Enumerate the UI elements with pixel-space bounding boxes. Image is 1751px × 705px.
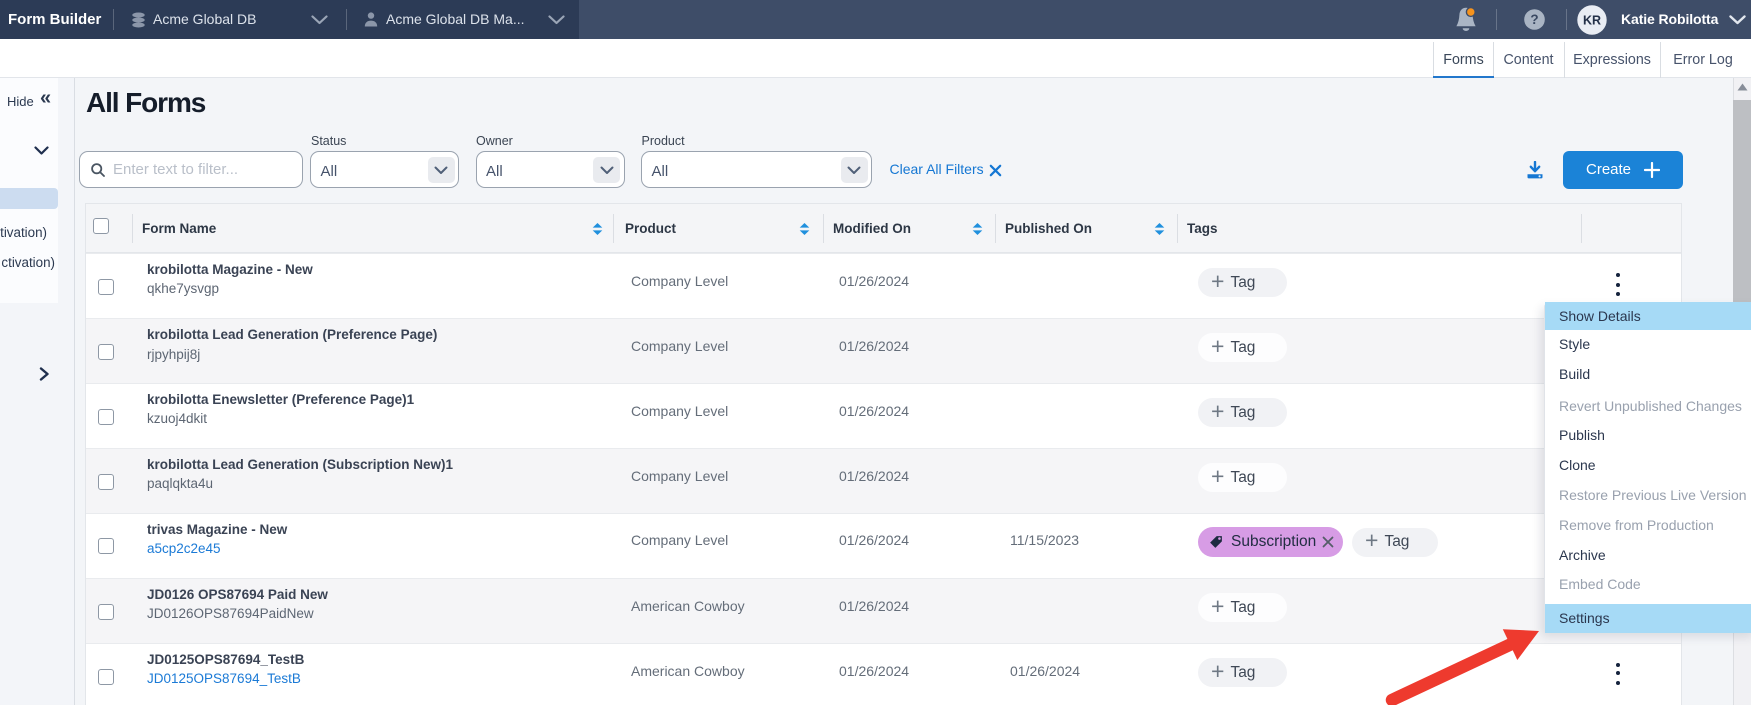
svg-text:?: ? (1530, 12, 1538, 27)
svg-text:KR: KR (1583, 13, 1601, 27)
